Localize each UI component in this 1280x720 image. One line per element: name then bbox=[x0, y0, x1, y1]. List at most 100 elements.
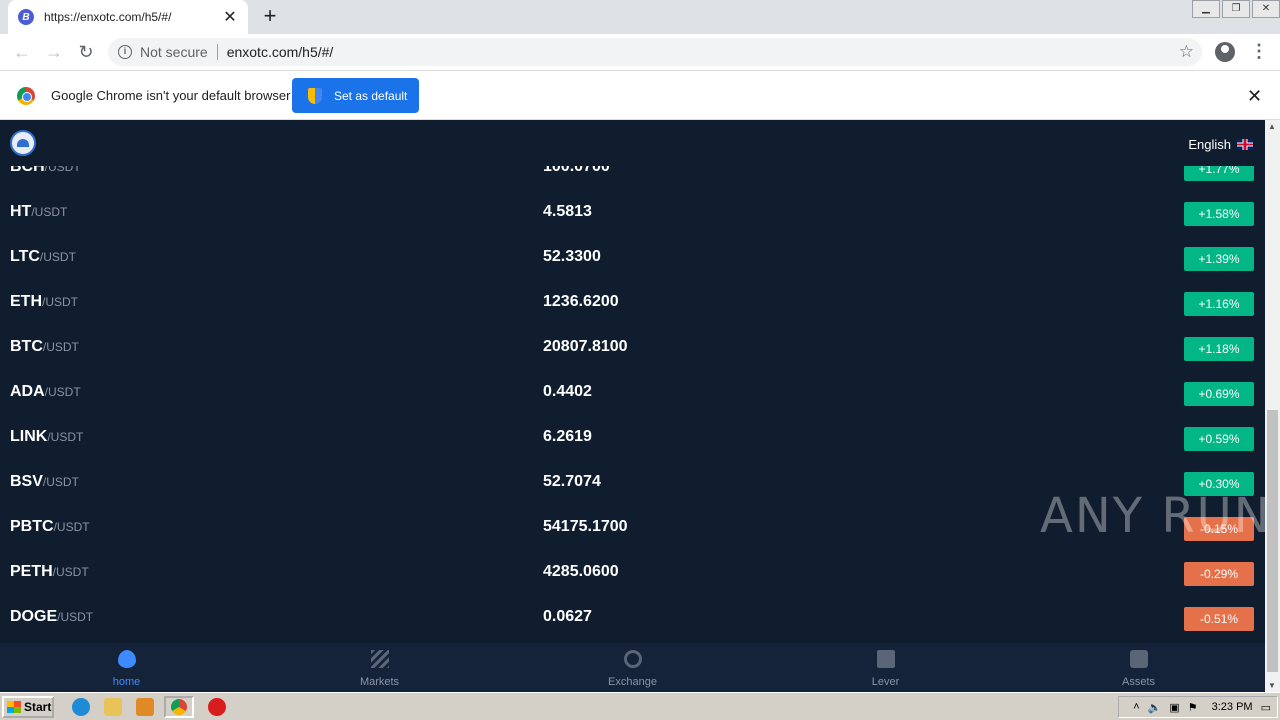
pair-name: BTC/USDT bbox=[10, 338, 79, 356]
clock: 3:23 PM bbox=[1211, 701, 1253, 713]
reload-button[interactable]: ↻ bbox=[70, 36, 102, 68]
market-row[interactable]: LTC/USDT 52.3300 +1.39% bbox=[0, 236, 1265, 281]
tab-close-icon[interactable]: ✕ bbox=[222, 7, 238, 27]
info-icon[interactable]: i bbox=[118, 45, 132, 59]
nav-item-markets[interactable]: Markets bbox=[253, 643, 506, 692]
network-icon[interactable]: ▣ bbox=[1169, 701, 1179, 714]
app-logo-icon[interactable] bbox=[10, 130, 36, 156]
market-row[interactable]: HT/USDT 4.5813 +1.58% bbox=[0, 191, 1265, 236]
system-tray: ˄ 🔈 ▣ ⚑ 3:23 PM ▭ bbox=[1118, 696, 1278, 718]
start-button[interactable]: Start bbox=[2, 695, 54, 718]
quote-symbol: /USDT bbox=[31, 205, 68, 219]
change-badge: -0.51% bbox=[1184, 607, 1254, 631]
nav-label: Exchange bbox=[608, 676, 657, 688]
page-scrollbar[interactable]: ▲ ▼ bbox=[1265, 120, 1280, 692]
pair-name: PBTC/USDT bbox=[10, 518, 90, 536]
change-badge: +1.39% bbox=[1184, 247, 1254, 271]
nav-label: Lever bbox=[871, 676, 900, 688]
show-desktop-icon[interactable]: ▭ bbox=[1261, 701, 1271, 714]
pair-name: LINK/USDT bbox=[10, 428, 83, 446]
volume-icon[interactable]: 🔈 bbox=[1148, 701, 1162, 714]
last-price: 1236.6200 bbox=[543, 293, 619, 310]
chrome-logo-icon bbox=[17, 87, 35, 105]
forward-button[interactable]: → bbox=[38, 36, 70, 68]
pair-name: DOGE/USDT bbox=[10, 608, 93, 626]
start-label: Start bbox=[24, 699, 52, 714]
quote-symbol: /USDT bbox=[44, 385, 81, 399]
default-browser-infobar: Google Chrome isn't your default browser… bbox=[0, 71, 1280, 120]
nav-label: Assets bbox=[1121, 676, 1155, 688]
last-price: 52.3300 bbox=[543, 248, 601, 265]
change-badge: +1.16% bbox=[1184, 292, 1254, 316]
shield-icon bbox=[308, 87, 322, 104]
internet-explorer-icon[interactable] bbox=[72, 697, 90, 716]
web-page: BCH/USDT 100.0700 +1.77% HT/USDT 4.5813 +1.58… bbox=[0, 120, 1265, 692]
stop-sign-icon[interactable] bbox=[208, 697, 226, 716]
market-list: BCH/USDT 100.0700 +1.77% HT/USDT 4.5813 +1.58… bbox=[0, 146, 1265, 641]
security-label: Not secure bbox=[140, 44, 208, 60]
infobar-close-icon[interactable]: ✕ bbox=[1247, 86, 1262, 107]
quote-symbol: /USDT bbox=[42, 475, 79, 489]
browser-tab[interactable]: B https://enxotc.com/h5/#/ ✕ bbox=[8, 0, 248, 34]
quote-symbol: /USDT bbox=[53, 520, 90, 534]
set-as-default-button[interactable]: Set as default bbox=[292, 78, 419, 113]
market-row[interactable]: BTC/USDT 20807.8100 +1.18% bbox=[0, 326, 1265, 371]
anyrun-watermark: ANY RUN bbox=[1040, 488, 1272, 544]
close-window-button[interactable]: ✕ bbox=[1252, 0, 1280, 18]
pair-name: BSV/USDT bbox=[10, 473, 79, 491]
change-badge: +0.59% bbox=[1184, 427, 1254, 451]
markets-icon bbox=[370, 650, 389, 668]
lever-icon bbox=[876, 650, 895, 668]
minimize-button[interactable]: ▁ bbox=[1192, 0, 1220, 18]
uk-flag-icon bbox=[1237, 139, 1253, 150]
tray-expand-icon[interactable]: ˄ bbox=[1133, 701, 1139, 713]
browser-tabstrip: B https://enxotc.com/h5/#/ ✕ + ▁ ❐ ✕ bbox=[0, 0, 1280, 34]
app-header: English bbox=[0, 120, 1265, 166]
profile-icon[interactable] bbox=[1215, 42, 1235, 62]
market-row[interactable]: LINK/USDT 6.2619 +0.59% bbox=[0, 416, 1265, 461]
pair-name: ETH/USDT bbox=[10, 293, 78, 311]
scroll-up-icon[interactable]: ▲ bbox=[1268, 122, 1276, 131]
url-text[interactable]: enxotc.com/h5/#/ bbox=[227, 44, 1179, 60]
new-tab-button[interactable]: + bbox=[258, 5, 282, 29]
infobar-message: Google Chrome isn't your default browser bbox=[51, 88, 291, 103]
browser-menu-icon[interactable]: ⋮ bbox=[1250, 40, 1268, 64]
browser-toolbar: ← → ↻ i Not secure enxotc.com/h5/#/ ☆ ⋮ bbox=[0, 34, 1280, 71]
last-price: 0.0627 bbox=[543, 608, 592, 625]
base-symbol: HT bbox=[10, 203, 32, 220]
site-favicon-icon: B bbox=[18, 9, 34, 25]
nav-item-lever[interactable]: Lever bbox=[759, 643, 1012, 692]
back-button[interactable]: ← bbox=[6, 36, 38, 68]
base-symbol: BTC bbox=[10, 338, 43, 355]
nav-item-home[interactable]: home bbox=[0, 643, 253, 692]
scroll-down-icon[interactable]: ▼ bbox=[1268, 681, 1276, 690]
chrome-taskbar-button[interactable] bbox=[164, 695, 194, 718]
fire-icon bbox=[117, 650, 136, 668]
pair-name: HT/USDT bbox=[10, 203, 67, 221]
quote-symbol: /USDT bbox=[42, 340, 79, 354]
address-bar[interactable]: i Not secure enxotc.com/h5/#/ ☆ bbox=[108, 38, 1202, 66]
change-badge: +1.58% bbox=[1184, 202, 1254, 226]
exchange-icon bbox=[623, 650, 642, 668]
flag-tray-icon[interactable]: ⚑ bbox=[1188, 701, 1198, 714]
nav-item-assets[interactable]: Assets bbox=[1012, 643, 1265, 692]
last-price: 20807.8100 bbox=[543, 338, 628, 355]
language-selector[interactable]: English bbox=[1188, 137, 1253, 152]
last-price: 6.2619 bbox=[543, 428, 592, 445]
market-row[interactable]: ETH/USDT 1236.6200 +1.16% bbox=[0, 281, 1265, 326]
market-row[interactable]: DOGE/USDT 0.0627 -0.51% bbox=[0, 596, 1265, 641]
bookmark-star-icon[interactable]: ☆ bbox=[1179, 42, 1194, 62]
media-player-icon[interactable] bbox=[136, 697, 154, 716]
windows-taskbar: Start ˄ 🔈 ▣ ⚑ 3:23 PM ▭ bbox=[0, 692, 1280, 720]
restore-button[interactable]: ❐ bbox=[1222, 0, 1250, 18]
base-symbol: DOGE bbox=[10, 608, 58, 625]
nav-label: Markets bbox=[359, 676, 400, 688]
last-price: 0.4402 bbox=[543, 383, 592, 400]
bottom-nav: home Markets Exchange Lever Assets bbox=[0, 643, 1265, 692]
market-row[interactable]: ADA/USDT 0.4402 +0.69% bbox=[0, 371, 1265, 416]
explorer-folder-icon[interactable] bbox=[104, 697, 122, 716]
market-row[interactable]: PETH/USDT 4285.0600 -0.29% bbox=[0, 551, 1265, 596]
chrome-taskbar-icon bbox=[171, 698, 187, 715]
nav-item-exchange[interactable]: Exchange bbox=[506, 643, 759, 692]
tab-title: https://enxotc.com/h5/#/ bbox=[44, 10, 172, 24]
